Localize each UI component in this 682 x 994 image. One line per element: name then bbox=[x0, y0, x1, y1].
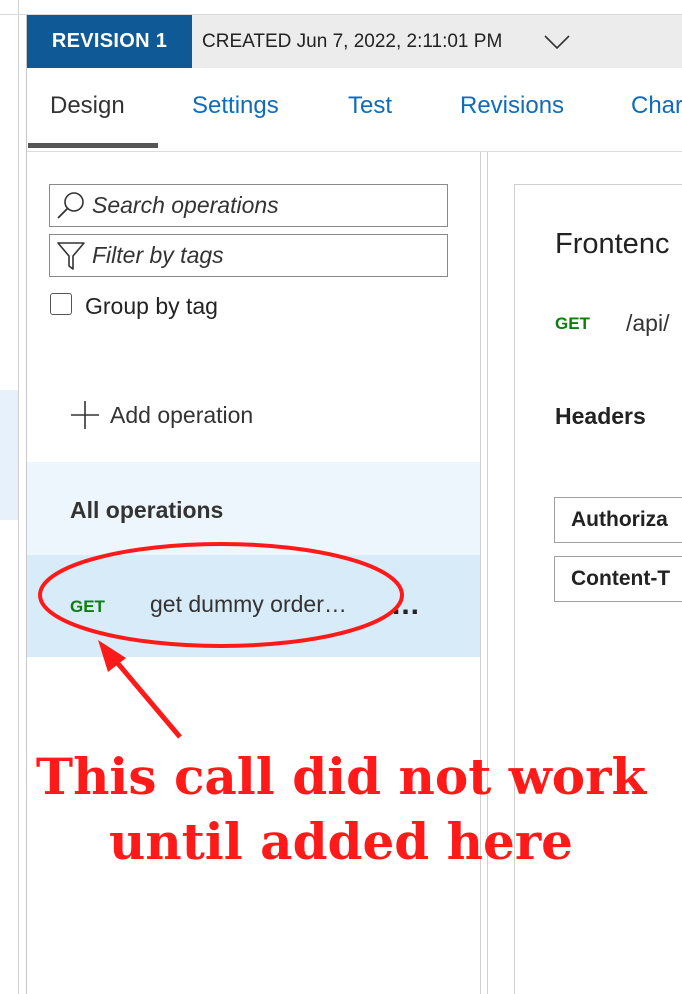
add-operation-button[interactable]: Add operation bbox=[68, 398, 253, 432]
tab-design[interactable]: Design bbox=[50, 92, 125, 120]
tabs-divider bbox=[27, 151, 682, 152]
header-row-content-type[interactable]: Content-T bbox=[554, 556, 682, 602]
annotation-line-2: until added here bbox=[108, 812, 573, 871]
search-icon bbox=[50, 185, 92, 226]
chevron-down-icon[interactable] bbox=[535, 32, 579, 56]
operation-more-button[interactable]: ... bbox=[392, 588, 420, 622]
operation-name[interactable]: get dummy order… bbox=[150, 591, 347, 618]
tab-changelog[interactable]: Char bbox=[631, 92, 682, 120]
search-placeholder: Search operations bbox=[92, 192, 279, 218]
headers-heading: Headers bbox=[555, 403, 646, 429]
search-operations-input[interactable]: Search operations bbox=[49, 184, 448, 227]
detail-method-badge: GET bbox=[555, 314, 590, 333]
filter-by-tags-input[interactable]: Filter by tags bbox=[49, 234, 448, 277]
tab-test[interactable]: Test bbox=[348, 92, 392, 120]
tab-settings[interactable]: Settings bbox=[192, 92, 279, 120]
add-operation-label: Add operation bbox=[110, 401, 254, 428]
revision-badge[interactable]: REVISION 1 bbox=[27, 15, 192, 68]
plus-icon bbox=[71, 401, 99, 429]
outer-selected-highlight bbox=[0, 390, 18, 520]
header-row-authorization[interactable]: Authoriza bbox=[554, 497, 682, 543]
detail-path: /api/ bbox=[626, 310, 670, 336]
active-tab-indicator bbox=[28, 143, 158, 148]
filter-placeholder: Filter by tags bbox=[92, 242, 224, 268]
filter-icon bbox=[50, 235, 92, 276]
group-by-tag-checkbox[interactable] bbox=[50, 293, 72, 315]
annotation-arrow-shaft bbox=[102, 645, 182, 739]
annotation-line-1: This call did not work bbox=[35, 747, 647, 806]
revision-created-text: CREATED Jun 7, 2022, 2:11:01 PM bbox=[202, 30, 503, 52]
all-operations-label: All operations bbox=[70, 497, 224, 523]
group-by-tag-label: Group by tag bbox=[85, 293, 218, 319]
detail-title: Frontenc bbox=[555, 228, 670, 260]
tab-revisions[interactable]: Revisions bbox=[460, 92, 564, 120]
operation-method-badge: GET bbox=[70, 597, 105, 616]
